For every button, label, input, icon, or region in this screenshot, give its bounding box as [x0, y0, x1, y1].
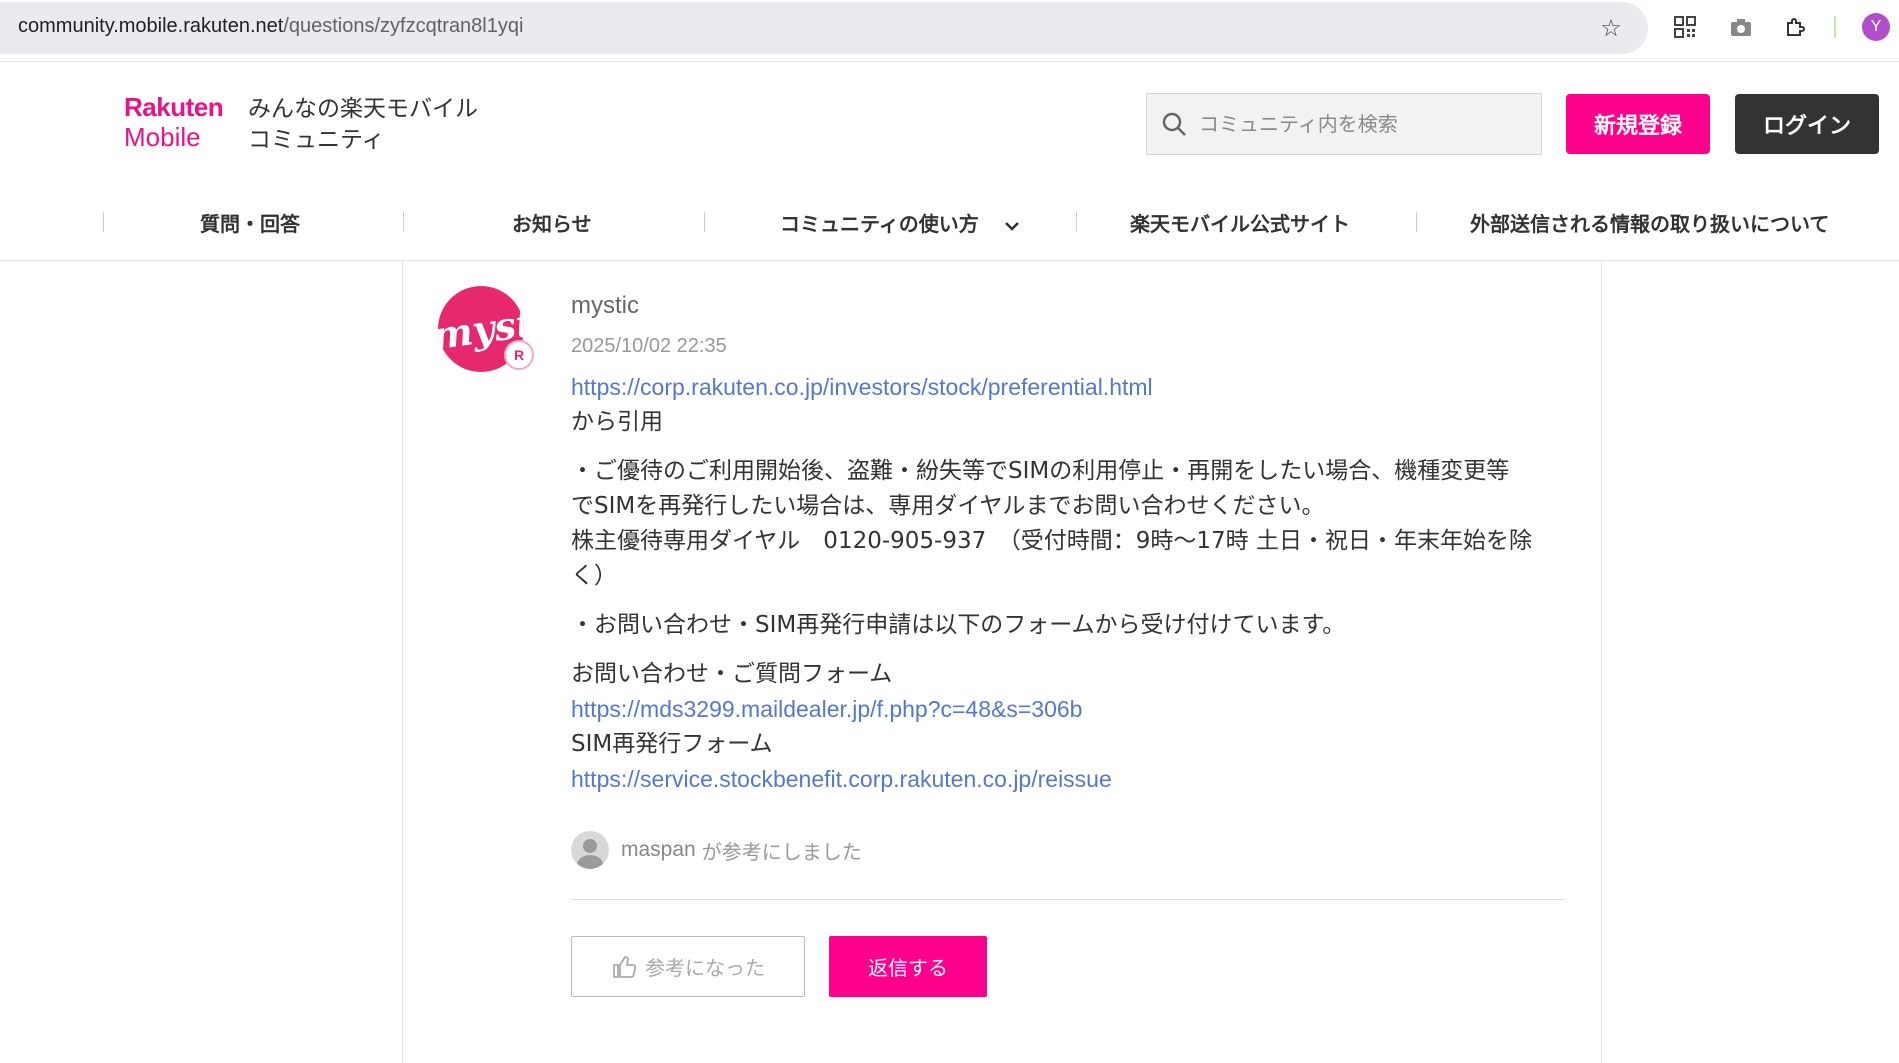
content-border-left — [402, 261, 403, 1063]
post-body: https://corp.rakuten.co.jp/investors/sto… — [571, 370, 1571, 811]
address-bar[interactable]: community.mobile.rakuten.net/questions/z… — [0, 2, 1648, 54]
qr-code-icon[interactable] — [1672, 14, 1698, 40]
nav-item-news[interactable]: お知らせ — [512, 208, 592, 237]
form2-label: SIM再発行フォーム — [571, 731, 773, 757]
url-path: /questions/zyfzcqtran8l1yqi — [283, 15, 524, 37]
post-date: 2025/10/02 22:35 — [571, 335, 727, 357]
form2-link[interactable]: https://service.stockbenefit.corp.rakute… — [571, 762, 1571, 797]
login-button[interactable]: ログイン — [1735, 94, 1879, 154]
content-border-right — [1601, 261, 1602, 1063]
user-avatar-icon[interactable] — [571, 831, 609, 869]
helpful-button[interactable]: 参考になった — [571, 936, 805, 997]
helpful-by-text: が参考にしました — [701, 839, 862, 864]
extensions-icon[interactable] — [1783, 14, 1809, 40]
profile-avatar[interactable]: Y — [1862, 13, 1890, 41]
helpful-user-name[interactable]: maspan — [621, 838, 696, 862]
nav-item-qa[interactable]: 質問・回答 — [200, 208, 300, 237]
para2-text: ・お問い合わせ・SIM再発行申請は以下のフォームから受け付けています。 — [571, 612, 1346, 638]
url-host: community.mobile.rakuten.net — [18, 15, 284, 37]
quoted-from-text: から引用 — [571, 409, 663, 435]
helpful-by-row: maspan が参考にしました — [571, 830, 862, 870]
nav-item-how-to-use[interactable]: コミュニティの使い方 — [780, 208, 1020, 237]
form1-link[interactable]: https://mds3299.maildealer.jp/f.php?c=48… — [571, 692, 1571, 727]
para1-line2: でSIMを再発行したい場合は、専用ダイヤルまでお問い合わせください。 — [571, 493, 1325, 519]
para1-line1: ・ご優待のご利用開始後、盗難・紛失等でSIMの利用停止・再開をしたい場合、機種変… — [571, 458, 1510, 484]
nav-item-external-info[interactable]: 外部送信される情報の取り扱いについて — [1470, 208, 1829, 237]
site-title-line2: コミュニティ — [248, 127, 385, 153]
nav-item-official-site[interactable]: 楽天モバイル公式サイト — [1130, 208, 1350, 237]
rakuten-mobile-logo[interactable]: Rakuten Mobile — [124, 92, 236, 156]
register-button[interactable]: 新規登録 — [1566, 94, 1710, 154]
para1-line3: 株主優待専用ダイヤル 0120-905-937 （受付時間：9時〜17時 土日・… — [571, 528, 1532, 554]
reply-button[interactable]: 返信する — [829, 936, 987, 997]
search-input[interactable] — [1199, 112, 1519, 136]
camera-icon[interactable] — [1728, 14, 1754, 40]
logo-line2: Mobile — [124, 122, 201, 152]
quote-link[interactable]: https://corp.rakuten.co.jp/investors/sto… — [571, 370, 1571, 405]
form1-label: お問い合わせ・ご質問フォーム — [571, 661, 893, 687]
toolbar-separator — [1834, 16, 1836, 38]
main-nav: 質問・回答 お知らせ コミュニティの使い方 楽天モバイル公式サイト 外部送信され… — [0, 196, 1899, 246]
url-text[interactable]: community.mobile.rakuten.net/questions/z… — [18, 15, 523, 38]
site-title[interactable]: みんなの楽天モバイル コミュニティ — [248, 94, 478, 156]
post-divider — [571, 899, 1565, 900]
nav-separator — [103, 212, 104, 232]
site-title-line1: みんなの楽天モバイル — [248, 96, 478, 122]
nav-separator — [403, 212, 404, 232]
nav-separator — [1416, 212, 1417, 232]
search-icon — [1162, 112, 1186, 136]
rank-badge-icon: R — [504, 340, 534, 370]
nav-item-how-to-use-label: コミュニティの使い方 — [780, 212, 979, 236]
star-icon[interactable]: ☆ — [1598, 15, 1624, 41]
nav-separator — [704, 212, 705, 232]
nav-separator — [1076, 212, 1077, 232]
logo-line1: Rakuten — [124, 92, 224, 122]
chevron-down-icon — [1004, 221, 1019, 231]
author-name[interactable]: mystic — [571, 292, 639, 320]
nav-bottom-border — [0, 260, 1899, 261]
search-box[interactable] — [1146, 93, 1542, 155]
browser-toolbar: community.mobile.rakuten.net/questions/z… — [0, 0, 1899, 62]
helpful-button-label: 参考になった — [645, 956, 765, 980]
thumbs-up-icon — [613, 955, 637, 978]
para1-line4: く） — [571, 563, 617, 589]
